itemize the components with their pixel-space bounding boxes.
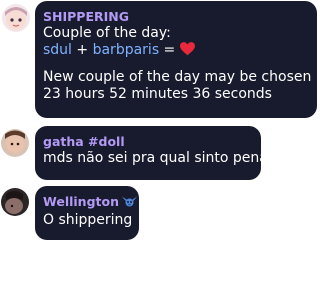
message-line: New couple of the day may be chosen in xyxy=(43,69,320,85)
mention-user[interactable]: sdul xyxy=(43,42,72,58)
message-text: mds não sei pra qual sinto pena xyxy=(43,150,268,166)
message-bubble[interactable]: gatha #doll mds não sei pra qual sinto p… xyxy=(35,126,268,180)
user-photo-icon xyxy=(1,188,29,216)
couple-line: sdul + barbparis = xyxy=(43,42,317,61)
message-line: Couple of the day: xyxy=(43,25,171,41)
avatar[interactable] xyxy=(1,188,29,216)
message-bubble[interactable]: SHIPPERING Couple of the day: sdul + bar… xyxy=(35,1,320,118)
user-photo-icon xyxy=(1,129,29,157)
sender-name[interactable]: gatha #doll xyxy=(43,134,261,150)
chat-feed: SHIPPERING Couple of the day: sdul + bar… xyxy=(0,0,320,290)
plus-sign: + xyxy=(71,42,93,58)
anime-avatar-icon xyxy=(2,4,30,32)
avatar[interactable] xyxy=(1,129,29,157)
message-bubble[interactable]: Wellington O shippering xyxy=(35,186,139,240)
message-text: O shippering xyxy=(43,212,133,228)
sender-name: Wellington xyxy=(43,194,139,212)
stitch-icon xyxy=(121,195,137,212)
heart-icon xyxy=(179,42,195,61)
sender-name-label[interactable]: Wellington xyxy=(43,194,119,209)
equals-sign: = xyxy=(159,42,180,58)
mention-user[interactable]: barbparis xyxy=(93,42,160,58)
sender-name[interactable]: SHIPPERING xyxy=(43,9,317,25)
avatar[interactable] xyxy=(2,4,30,32)
countdown-text: 23 hours 52 minutes 36 seconds xyxy=(43,86,272,102)
